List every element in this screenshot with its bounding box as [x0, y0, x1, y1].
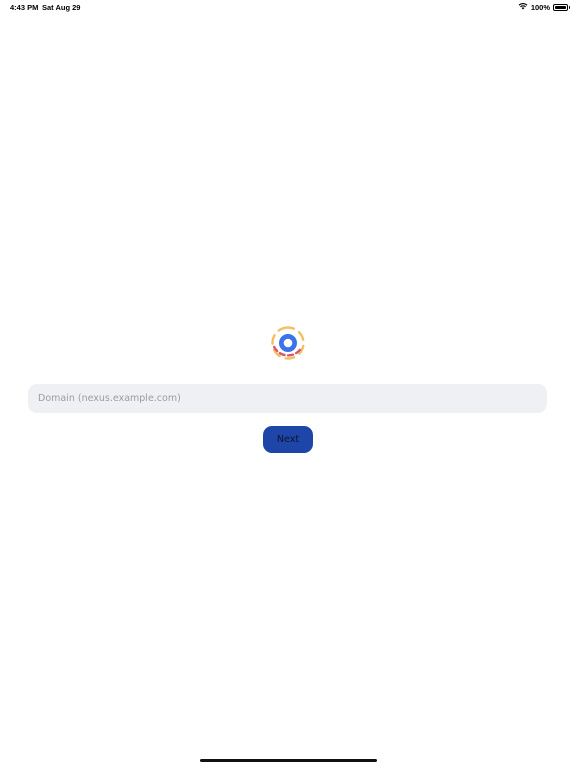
login-screen: 4:43 PM Sat Aug 29 100% Next [0, 0, 576, 768]
status-bar: 4:43 PM Sat Aug 29 100% [0, 0, 576, 16]
status-time: 4:43 PM [10, 3, 39, 12]
battery-icon [553, 3, 570, 11]
battery-percent: 100% [530, 2, 550, 12]
next-button[interactable]: Next [263, 426, 313, 453]
domain-input[interactable] [28, 384, 547, 413]
app-logo-icon [270, 325, 306, 361]
status-indicators: 100% [518, 2, 570, 12]
home-indicator[interactable] [200, 759, 377, 762]
wifi-icon [518, 2, 528, 12]
status-date: Sat Aug 29 [42, 3, 81, 12]
